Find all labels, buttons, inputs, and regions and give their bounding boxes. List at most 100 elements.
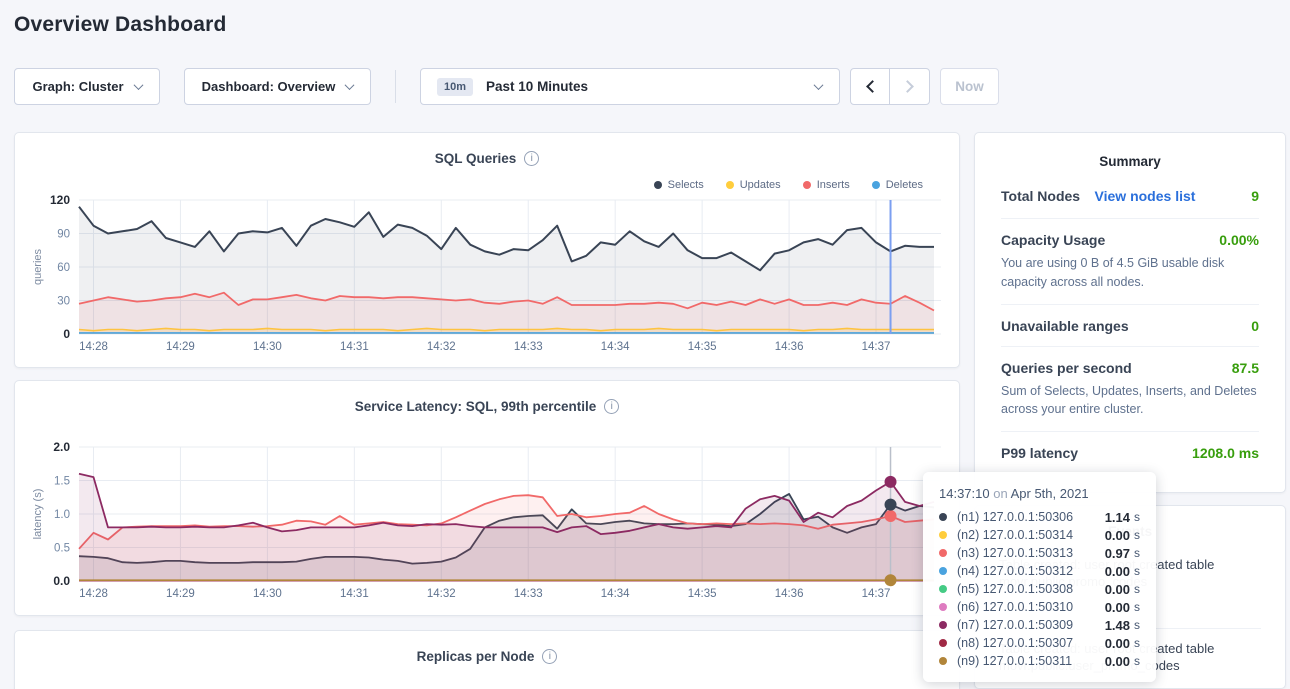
time-range-dropdown[interactable]: 10m Past 10 Minutes (420, 68, 840, 105)
svg-text:14:34: 14:34 (601, 341, 630, 353)
svg-text:14:29: 14:29 (166, 341, 195, 353)
tooltip-row: (n7) 127.0.0.1:503091.48s (939, 616, 1140, 634)
node-color-dot (939, 513, 947, 521)
hover-marker (885, 476, 897, 488)
summary-panel: Summary Total Nodes View nodes list 9 Ca… (974, 132, 1286, 493)
node-latency-value: 0.00 (1100, 564, 1130, 579)
svg-text:30: 30 (57, 296, 70, 308)
tooltip-connector: on (993, 486, 1007, 501)
node-address: (n4) 127.0.0.1:50312 (957, 564, 1100, 578)
service-latency-chart[interactable]: 0.00.51.01.52.014:2814:2914:3014:3114:32… (15, 435, 961, 615)
qps-description: Sum of Selects, Updates, Inserts, and De… (1001, 382, 1259, 420)
svg-text:120: 120 (50, 193, 70, 207)
info-icon[interactable]: i (604, 399, 619, 414)
svg-text:1.0: 1.0 (54, 509, 70, 521)
chevron-right-icon (901, 80, 914, 93)
tooltip-date: Apr 5th, 2021 (1011, 486, 1089, 501)
svg-text:14:33: 14:33 (514, 588, 543, 600)
time-range-badge: 10m (437, 78, 473, 96)
tooltip-row: (n9) 127.0.0.1:503110.00s (939, 652, 1140, 670)
replicas-per-node-card: Replicas per Node i (14, 630, 960, 689)
hover-marker (885, 499, 897, 511)
chart-title-text: SQL Queries (435, 151, 517, 166)
svg-text:14:35: 14:35 (688, 588, 717, 600)
dashboard-dropdown[interactable]: Dashboard: Overview (184, 68, 371, 105)
svg-text:14:36: 14:36 (775, 341, 804, 353)
qps-label: Queries per second (1001, 360, 1132, 376)
node-color-dot (939, 549, 947, 557)
summary-title: Summary (975, 133, 1285, 169)
y-axis-label: queries (32, 248, 44, 285)
tooltip-rows: (n1) 127.0.0.1:503061.14s(n2) 127.0.0.1:… (939, 508, 1140, 670)
svg-text:14:31: 14:31 (340, 341, 369, 353)
svg-text:14:32: 14:32 (427, 588, 456, 600)
sql-queries-chart[interactable]: 030609012014:2814:2914:3014:3114:3214:33… (15, 188, 961, 368)
tooltip-row: (n1) 127.0.0.1:503061.14s (939, 508, 1140, 526)
node-address: (n3) 127.0.0.1:50313 (957, 546, 1100, 560)
latency-unit: s (1134, 528, 1140, 542)
node-address: (n6) 127.0.0.1:50310 (957, 600, 1100, 614)
info-icon[interactable]: i (542, 649, 557, 664)
capacity-usage-value: 0.00% (1219, 232, 1259, 248)
info-icon[interactable]: i (524, 151, 539, 166)
svg-text:14:37: 14:37 (862, 588, 891, 600)
tooltip-row: (n3) 127.0.0.1:503130.97s (939, 544, 1140, 562)
graph-dropdown[interactable]: Graph: Cluster (14, 68, 160, 105)
svg-text:14:32: 14:32 (427, 341, 456, 353)
node-color-dot (939, 585, 947, 593)
qps-value: 87.5 (1232, 360, 1259, 376)
tooltip-timestamp: 14:37:10 on Apr 5th, 2021 (939, 486, 1140, 501)
node-latency-value: 0.00 (1100, 600, 1130, 615)
svg-text:0.0: 0.0 (53, 574, 70, 588)
node-latency-value: 0.00 (1100, 582, 1130, 597)
svg-text:14:31: 14:31 (340, 588, 369, 600)
sql-queries-title: SQL Queries i (15, 133, 959, 166)
latency-unit: s (1134, 510, 1140, 524)
svg-text:14:35: 14:35 (688, 341, 717, 353)
toolbar-divider (395, 70, 396, 103)
latency-unit: s (1134, 600, 1140, 614)
summary-body: Total Nodes View nodes list 9 Capacity U… (975, 169, 1285, 473)
summary-qps: Queries per second 87.5 Sum of Selects, … (1001, 347, 1259, 433)
node-color-dot (939, 567, 947, 575)
node-color-dot (939, 639, 947, 647)
x-axis-ticks: 14:2814:2914:3014:3114:3214:3314:3414:35… (79, 341, 890, 353)
hover-marker (885, 510, 897, 522)
latency-unit: s (1134, 618, 1140, 632)
now-button[interactable]: Now (940, 68, 999, 105)
total-nodes-value: 9 (1251, 188, 1259, 204)
latency-unit: s (1134, 654, 1140, 668)
overview-dashboard-page: Overview Dashboard Graph: Cluster Dashbo… (0, 0, 1290, 689)
node-latency-value: 1.14 (1100, 510, 1130, 525)
tooltip-row: (n6) 127.0.0.1:503100.00 s (939, 598, 1140, 616)
chart-title-text: Service Latency: SQL, 99th percentile (355, 399, 597, 414)
node-address: (n8) 127.0.0.1:50307 (957, 636, 1100, 650)
latency-unit: s (1134, 636, 1140, 650)
node-color-dot (939, 531, 947, 539)
summary-total-nodes: Total Nodes View nodes list 9 (1001, 175, 1259, 219)
capacity-usage-label: Capacity Usage (1001, 232, 1105, 248)
svg-text:0.5: 0.5 (54, 543, 70, 555)
node-latency-value: 0.00 (1100, 654, 1130, 669)
chart-hover-tooltip: 14:37:10 on Apr 5th, 2021 (n1) 127.0.0.1… (923, 472, 1156, 682)
node-address: (n5) 127.0.0.1:50308 (957, 582, 1100, 596)
svg-text:60: 60 (57, 262, 70, 274)
time-prev-button[interactable] (850, 68, 890, 105)
service-latency-card: Service Latency: SQL, 99th percentile i … (14, 380, 960, 616)
node-latency-value: 0.00 (1100, 636, 1130, 651)
summary-p99-latency: P99 latency 1208.0 ms (1001, 432, 1259, 473)
dashboard-dropdown-label: Dashboard: Overview (202, 79, 336, 94)
view-nodes-list-link[interactable]: View nodes list (1095, 188, 1196, 204)
svg-text:90: 90 (57, 229, 70, 241)
hover-marker (885, 574, 897, 586)
chevron-left-icon (866, 80, 879, 93)
node-color-dot (939, 657, 947, 665)
node-color-dot (939, 603, 947, 611)
time-next-button[interactable] (889, 68, 930, 105)
chevron-down-icon (345, 80, 355, 90)
svg-text:14:28: 14:28 (79, 588, 108, 600)
node-color-dot (939, 621, 947, 629)
svg-text:2.0: 2.0 (53, 440, 70, 454)
page-title: Overview Dashboard (14, 13, 227, 37)
node-latency-value: 0.00 (1100, 528, 1130, 543)
